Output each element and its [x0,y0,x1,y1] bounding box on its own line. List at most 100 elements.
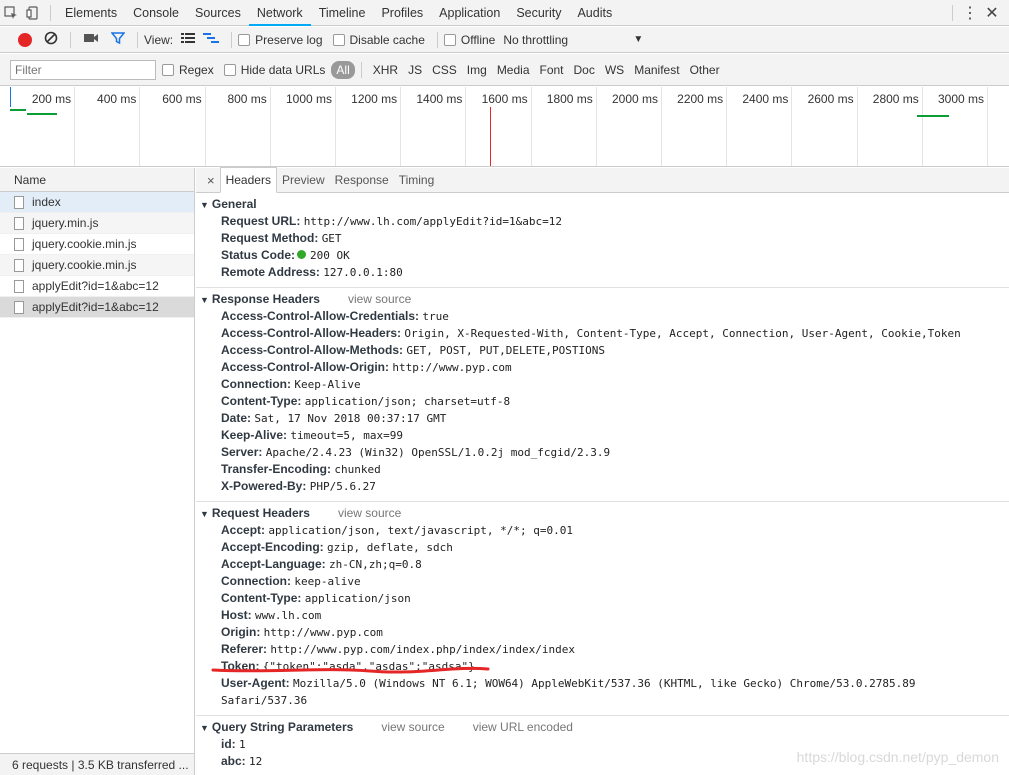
filter-type-css[interactable]: CSS [427,63,462,77]
filter-type-js[interactable]: JS [403,63,427,77]
view-source-link[interactable]: view source [381,720,444,734]
request-name: index [32,194,61,209]
filter-type-ws[interactable]: WS [600,63,629,77]
tab-headers[interactable]: Headers [219,167,277,193]
timeline-overview[interactable]: 200 ms 400 ms 600 ms 800 ms 1000 ms 1200 ms 14… [0,87,1009,167]
divider [137,31,138,48]
offline-label: Offline [460,32,496,47]
request-row[interactable]: jquery.cookie.min.js [0,234,194,255]
hide-data-urls-label: Hide data URLs [240,62,326,77]
name-column-header[interactable]: Name [0,168,194,192]
header-row: Host: www.lh.com [200,607,1009,624]
header-row: Accept-Encoding: gzip, deflate, sdch [200,539,1009,556]
view-source-link[interactable]: view source [338,506,401,520]
header-key: Host: [221,608,252,622]
timeline-gridline [335,87,336,166]
request-row[interactable]: jquery.cookie.min.js [0,255,194,276]
timeline-tick-label: 1600 ms [481,92,528,106]
filter-type-other[interactable]: Other [685,63,725,77]
close-icon[interactable]: ✕ [981,3,1003,23]
header-key: Content-Type: [221,394,302,408]
section-title: Query String Parameters [211,720,354,734]
header-row: Request Method: GET [200,230,1009,247]
document-icon [14,279,24,293]
tab-security[interactable]: Security [508,0,569,26]
filter-type-manifest[interactable]: Manifest [629,63,684,77]
preserve-log-checkbox[interactable] [238,33,251,46]
large-rows-icon[interactable] [181,32,196,47]
header-key: Referer: [221,642,268,656]
clear-icon[interactable] [44,31,58,48]
section-toggle-request-headers[interactable]: ▼ Request Headers view source [200,505,1009,522]
timeline-gridline [987,87,988,166]
throttling-select[interactable]: No throttling [503,33,633,47]
request-name: jquery.min.js [32,215,99,230]
filter-type-all[interactable]: All [331,60,355,79]
close-details-icon[interactable]: × [202,168,220,193]
header-key: Access-Control-Allow-Headers: [221,326,402,340]
device-mode-icon[interactable] [22,3,44,23]
request-row-selected[interactable]: applyEdit?id=1&abc=12 [0,297,194,318]
inspect-element-icon[interactable] [0,3,22,23]
record-icon[interactable] [18,32,32,47]
view-url-encoded-link[interactable]: view URL encoded [473,720,573,734]
header-row: Remote Address: 127.0.0.1:80 [200,264,1009,281]
tab-timing[interactable]: Timing [394,168,440,193]
divider [70,31,71,48]
tab-preview[interactable]: Preview [277,168,330,193]
divider [231,31,233,48]
capture-screenshots-icon[interactable] [83,32,99,47]
waterfall-icon[interactable] [203,32,220,47]
filter-type-xhr[interactable]: XHR [368,63,403,77]
divider [436,31,438,48]
tab-console[interactable]: Console [125,0,187,26]
view-source-link[interactable]: view source [348,292,411,306]
chevron-down-icon[interactable]: ▼ [633,34,643,45]
request-row[interactable]: applyEdit?id=1&abc=12 [0,276,194,297]
request-headers-section: ▼ Request Headers view source Accept: appl… [196,502,1009,716]
red-underline-annotation [211,666,490,674]
header-key: Access-Control-Allow-Origin: [221,360,390,374]
tab-sources[interactable]: Sources [187,0,249,26]
param-key: id: [221,737,236,751]
status-ok-icon [297,250,307,259]
disable-cache-checkbox[interactable] [332,33,345,46]
header-key: Transfer-Encoding: [221,462,332,476]
header-row: Keep-Alive: timeout=5, max=99 [200,427,1009,444]
tab-elements[interactable]: Elements [57,0,125,26]
filter-input[interactable] [10,59,156,80]
disable-cache-label: Disable cache [349,32,425,47]
offline-checkbox[interactable] [443,33,456,46]
timeline-tick-label: 3000 ms [937,92,984,106]
tab-timeline[interactable]: Timeline [311,0,374,26]
tab-network[interactable]: Network [248,0,311,26]
tab-profiles[interactable]: Profiles [373,0,431,26]
header-value: Origin, X-Requested-With, Content-Type, … [404,327,961,340]
tab-response[interactable]: Response [330,168,394,193]
header-key: Request Method: [221,231,319,245]
kebab-icon[interactable]: ⋮ [959,3,981,23]
request-row[interactable]: jquery.min.js [0,213,194,234]
regex-checkbox[interactable] [162,63,174,76]
timeline-request-bar [27,113,57,115]
filter-type-font[interactable]: Font [535,63,569,77]
section-toggle-query-params[interactable]: ▼ Query String Parameters view source view … [200,719,1009,736]
header-value: timeout=5, max=99 [290,429,403,442]
preserve-log-label: Preserve log [255,32,323,47]
section-toggle-general[interactable]: ▼ General [200,196,1009,213]
tab-application[interactable]: Application [431,0,508,26]
hide-data-urls-checkbox[interactable] [223,63,236,76]
section-toggle-response-headers[interactable]: ▼ Response Headers view source [200,291,1009,308]
devtools-tab-bar: Elements Console Sources Network Timelin… [0,0,1009,26]
timeline-gridline [465,87,467,166]
filter-type-img[interactable]: Img [462,63,492,77]
filter-type-doc[interactable]: Doc [569,63,600,77]
tab-audits[interactable]: Audits [569,0,620,26]
filter-icon[interactable] [110,31,126,48]
request-row[interactable]: index [0,192,194,213]
filter-type-media[interactable]: Media [492,63,535,77]
timeline-tick-label: 2200 ms [677,92,724,106]
timeline-tick-label: 1000 ms [285,92,332,106]
timeline-tick-label: 400 ms [97,92,137,106]
header-row: Connection: Keep-Alive [200,376,1009,393]
